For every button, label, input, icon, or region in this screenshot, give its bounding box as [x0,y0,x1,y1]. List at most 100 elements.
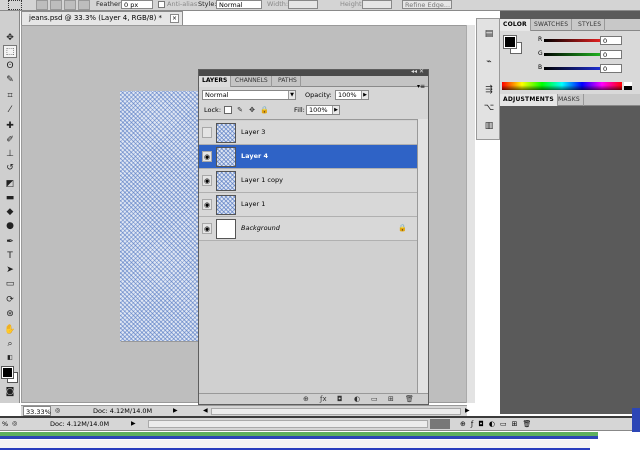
layer-row[interactable]: Layer 3 [199,121,417,145]
lock-image-icon[interactable]: ✎ [236,106,244,114]
tab-masks[interactable]: MASKS [555,94,584,106]
second-scrollbar[interactable] [148,420,428,428]
trash-icon[interactable]: 🗑 [405,395,414,404]
3d-orbit-icon[interactable]: ⊛ [3,307,17,320]
subtract-selection-icon[interactable] [64,0,76,10]
horizontal-scrollbar[interactable] [211,408,461,415]
layer-thumbnail[interactable] [216,171,236,191]
add-selection-icon[interactable] [50,0,62,10]
zoom-field[interactable]: 33.33% [23,406,51,416]
new-selection-icon[interactable] [36,0,48,10]
layer-row[interactable]: ◉ Background 🔒 [199,217,417,241]
second-scroll-thumb[interactable] [430,419,450,429]
tab-color[interactable]: COLOR [500,19,531,31]
style-select[interactable]: Normal [216,0,262,9]
tab-channels[interactable]: CHANNELS [232,76,272,87]
width-input[interactable] [288,0,318,9]
eyedropper-icon[interactable]: ⁄ [3,103,17,116]
layer-name[interactable]: Layer 3 [241,127,265,138]
blur-tool-icon[interactable]: ◆ [3,205,17,218]
jeans-image[interactable] [120,91,202,341]
shape-tool-icon[interactable]: ▭ [3,277,17,290]
adjustment-icon[interactable]: ◐ [354,395,360,404]
clone-source-icon[interactable]: ▥ [481,121,497,135]
layer-thumbnail[interactable] [216,123,236,143]
second-footer-icons[interactable]: ⊕ƒ◘◐▭⊞🗑 [460,418,536,430]
zoom-tool-icon[interactable]: ⌕ [3,337,17,350]
r-slider[interactable] [544,39,600,42]
scroll-right-icon[interactable]: ▶ [465,406,470,416]
lock-all-icon[interactable]: 🔒 [260,106,269,114]
fx-icon[interactable]: ƒx [320,395,327,404]
tab-paths[interactable]: PATHS [275,76,301,87]
layer-thumbnail[interactable] [216,195,236,215]
layer-name[interactable]: Layer 1 copy [241,175,283,186]
brush-tool-icon[interactable]: ✐ [3,133,17,146]
tab-swatches[interactable]: SWATCHES [531,19,573,31]
close-document-icon[interactable]: × [170,14,179,23]
color-fg-swatch[interactable] [503,35,517,49]
canvas-vertical-scrollbar[interactable] [466,25,475,403]
layer-thumbnail[interactable] [216,219,236,239]
brushes-panel-icon[interactable]: ⌥ [481,103,497,117]
type-tool-icon[interactable]: T [3,249,17,262]
height-input[interactable] [362,0,392,9]
clone-stamp-icon[interactable]: ⊥ [3,147,17,160]
layer-thumbnail[interactable] [216,147,236,167]
visibility-eye-icon[interactable] [202,127,212,138]
crop-tool-icon[interactable]: ⌗ [3,89,17,102]
layer-name[interactable]: Background [241,223,280,234]
document-tab[interactable]: jeans.psd @ 33.3% (Layer 4, RGB/8) * × [21,11,183,25]
black-white-ramp[interactable] [624,82,632,90]
visibility-eye-icon[interactable]: ◉ [202,199,212,210]
fill-input[interactable]: 100% ▶ [306,105,340,115]
quick-mask-icon[interactable]: ◙ [3,385,17,398]
mask-icon[interactable]: ◘ [337,395,343,404]
layer-row[interactable]: ◉ Layer 1 [199,193,417,217]
visibility-eye-icon[interactable]: ◉ [202,223,212,234]
dodge-tool-icon[interactable]: ● [3,219,17,232]
opacity-input[interactable]: 100% ▶ [335,90,369,100]
lock-transparency-icon[interactable] [224,106,232,114]
tab-styles[interactable]: STYLES [575,19,606,31]
layer-row[interactable]: ◉ Layer 1 copy [199,169,417,193]
lasso-tool-icon[interactable]: ʘ [3,59,17,72]
default-colors-icon[interactable]: ◧ [3,351,17,364]
eraser-tool-icon[interactable]: ◩ [3,177,17,190]
scroll-left-icon[interactable]: ◀ [203,406,208,416]
3d-rotate-icon[interactable]: ⟳ [3,293,17,306]
path-selection-icon[interactable]: ➤ [3,263,17,276]
b-slider[interactable] [544,67,600,70]
feather-input[interactable]: 0 px [121,0,153,9]
collapse-icon[interactable]: ◂◂ ✕ [411,68,424,75]
refine-edge-button[interactable]: Refine Edge... [402,0,452,9]
color-spectrum[interactable] [502,82,622,90]
new-layer-icon[interactable]: ⊞ [388,395,394,404]
history-brush-icon[interactable]: ↺ [3,161,17,174]
marquee-preset-button[interactable] [8,0,22,10]
quick-selection-icon[interactable]: ✎ [3,73,17,86]
tab-layers[interactable]: LAYERS [199,76,232,87]
layer-name[interactable]: Layer 4 [241,151,268,162]
blend-mode-select[interactable]: Normal ▼ [202,90,296,100]
opacity-arrow-icon[interactable]: ▶ [361,91,368,99]
tool-presets-icon[interactable]: ⇶ [481,85,497,99]
group-icon[interactable]: ▭ [371,395,378,404]
second-status-arrow-icon[interactable]: ▶ [131,418,136,430]
antialias-checkbox[interactable] [158,1,165,8]
pen-tool-icon[interactable]: ✒ [3,235,17,248]
g-slider[interactable] [544,53,600,56]
link-icon[interactable]: ⊕ [303,395,309,404]
history-panel-icon[interactable]: ▤ [481,29,497,43]
g-input[interactable]: 0 [600,50,622,59]
status-icon[interactable]: ◎ [55,406,60,416]
healing-brush-icon[interactable]: ✚ [3,119,17,132]
rectangular-marquee-icon[interactable]: ⬚ [3,45,17,58]
visibility-eye-icon[interactable]: ◉ [202,151,212,162]
tab-adjustments[interactable]: ADJUSTMENTS [500,94,558,106]
panel-menu-icon[interactable]: ▾≡ [417,83,425,90]
foreground-color-swatch[interactable] [1,366,14,379]
r-input[interactable]: 0 [600,36,622,45]
visibility-eye-icon[interactable]: ◉ [202,175,212,186]
move-tool-icon[interactable]: ✥ [3,31,17,44]
